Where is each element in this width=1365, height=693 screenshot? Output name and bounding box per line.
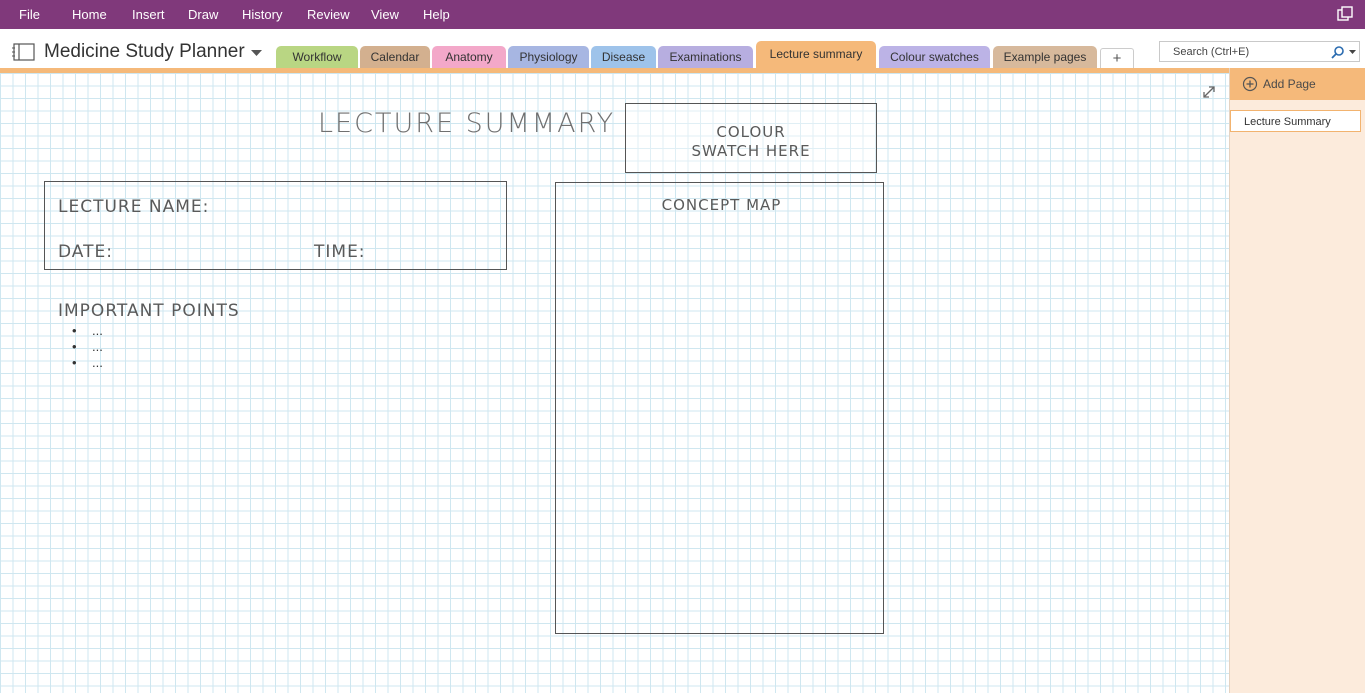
tab-colour-swatches[interactable]: Colour swatches: [879, 46, 990, 69]
page-item-label: Lecture Summary: [1244, 116, 1331, 128]
notebook-icon[interactable]: [12, 42, 36, 62]
pages-pane: Add Page Lecture Summary: [1229, 68, 1365, 693]
list-item[interactable]: •...: [72, 355, 103, 371]
list-item-text: ...: [92, 323, 103, 338]
menu-help[interactable]: Help: [423, 7, 450, 22]
tab-examinations[interactable]: Examinations: [658, 46, 753, 69]
concept-map-title: CONCEPT MAP: [661, 196, 782, 214]
tab-disease[interactable]: Disease: [591, 46, 656, 69]
lecture-details-box[interactable]: LECTURE NAME: DATE: TIME:: [44, 181, 507, 270]
lecture-name-label: LECTURE NAME:: [58, 197, 210, 217]
tab-example-pages[interactable]: Example pages: [993, 46, 1097, 69]
list-item[interactable]: •...: [72, 339, 103, 355]
ribbon-menu-bar: File Home Insert Draw History Review Vie…: [0, 0, 1365, 29]
colour-swatch-line1: COLOUR: [716, 123, 786, 141]
colour-swatch-box[interactable]: COLOUR SWATCH HERE: [625, 103, 877, 173]
full-page-view-icon[interactable]: [1337, 6, 1353, 22]
tab-calendar[interactable]: Calendar: [360, 46, 430, 69]
colour-swatch-line2: SWATCH HERE: [691, 142, 811, 160]
tab-lecture-summary[interactable]: Lecture summary: [756, 41, 876, 69]
colour-swatch-label: COLOUR SWATCH HERE: [626, 123, 876, 161]
menu-home[interactable]: Home: [72, 7, 107, 22]
tab-workflow[interactable]: Workflow: [276, 46, 358, 69]
page-canvas[interactable]: LECTURE SUMMARY COLOUR SWATCH HERE LECTU…: [0, 73, 1229, 693]
notebook-header: Medicine Study Planner Workflow Calendar…: [0, 29, 1365, 69]
important-points-list[interactable]: •... •... •...: [72, 323, 103, 371]
search-icon[interactable]: [1331, 45, 1345, 59]
menu-file[interactable]: File: [19, 7, 40, 22]
date-label: DATE:: [58, 242, 113, 262]
important-points-title: IMPORTANT POINTS: [58, 301, 240, 321]
list-item[interactable]: •...: [72, 323, 103, 339]
time-label: TIME:: [314, 242, 366, 262]
search-scope-dropdown-icon[interactable]: [1349, 50, 1356, 55]
add-circle-icon: [1242, 76, 1258, 92]
list-item-text: ...: [92, 339, 103, 354]
menu-insert[interactable]: Insert: [132, 7, 165, 22]
add-page-label: Add Page: [1263, 77, 1316, 91]
concept-map-box[interactable]: CONCEPT MAP: [555, 182, 884, 634]
expand-icon[interactable]: [1201, 84, 1217, 100]
notebook-title[interactable]: Medicine Study Planner: [44, 41, 245, 63]
notebook-dropdown-icon[interactable]: [251, 50, 262, 57]
page-item-lecture-summary[interactable]: Lecture Summary: [1230, 110, 1361, 132]
page-title[interactable]: LECTURE SUMMARY: [318, 108, 615, 139]
list-item-text: ...: [92, 355, 103, 370]
add-section-button[interactable]: +: [1100, 48, 1134, 69]
menu-history[interactable]: History: [242, 7, 282, 22]
menu-review[interactable]: Review: [307, 7, 350, 22]
tab-physiology[interactable]: Physiology: [508, 46, 589, 69]
add-page-button[interactable]: Add Page: [1230, 68, 1365, 100]
tab-anatomy[interactable]: Anatomy: [432, 46, 506, 69]
menu-draw[interactable]: Draw: [188, 7, 218, 22]
search-input[interactable]: Search (Ctrl+E): [1159, 41, 1360, 62]
menu-view[interactable]: View: [371, 7, 399, 22]
search-placeholder: Search (Ctrl+E): [1173, 46, 1250, 58]
